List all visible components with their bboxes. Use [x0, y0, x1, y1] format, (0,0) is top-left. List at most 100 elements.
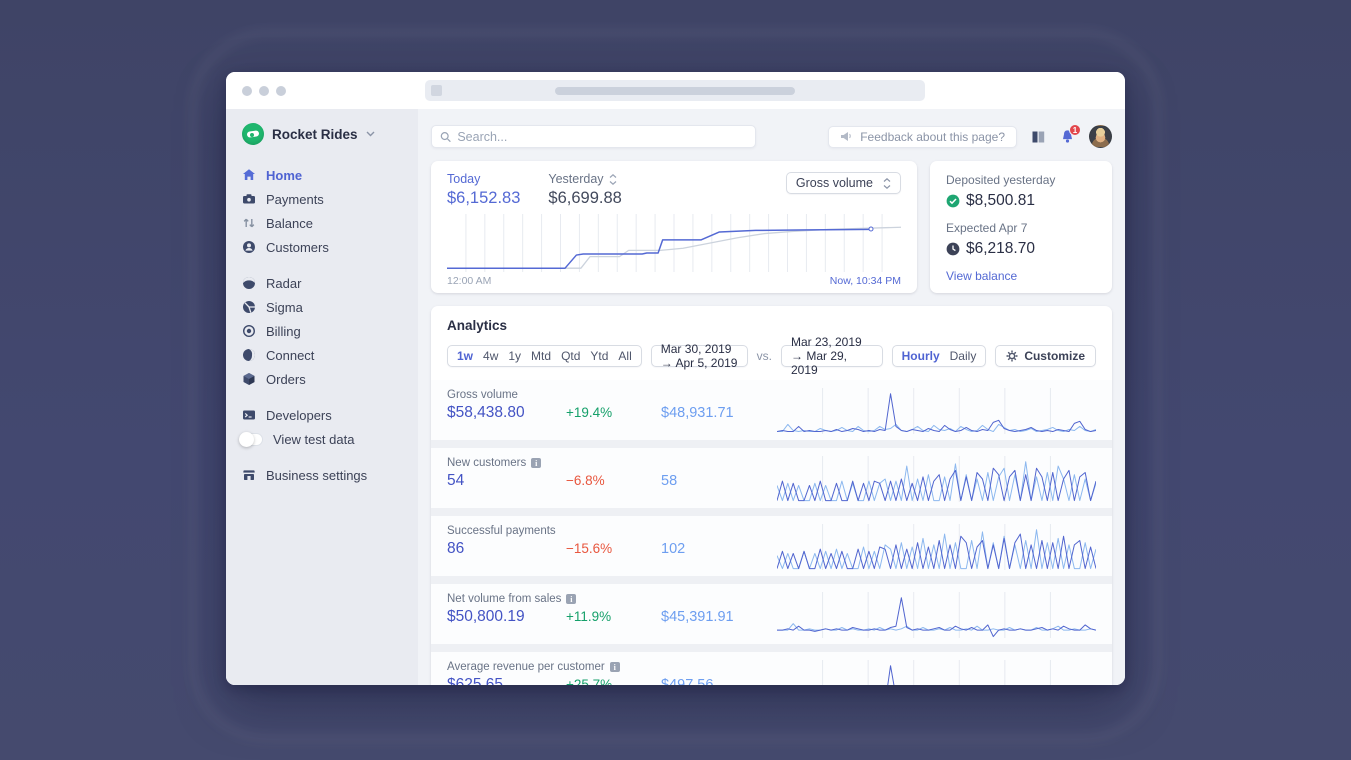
megaphone-icon [841, 132, 852, 141]
customize-label: Customize [1024, 349, 1085, 363]
sidebar-item-developers[interactable]: Developers [242, 405, 418, 425]
billing-icon [242, 324, 256, 338]
today-value: $6,152.83 [447, 189, 521, 207]
current-point-marker [868, 226, 874, 232]
sort-updown-icon[interactable] [609, 173, 617, 185]
preset-1w[interactable]: 1w [452, 349, 478, 363]
sidebar-nav-developers: Developers [242, 405, 418, 429]
overview-chart-card: Today $6,152.83 Yesterday $6,699.88 Gros… [431, 161, 917, 293]
sidebar-item-sigma[interactable]: Sigma [242, 297, 418, 317]
granularity-daily[interactable]: Daily [945, 349, 982, 363]
metric-label: Average revenue per customer [447, 661, 605, 673]
business-icon [242, 468, 256, 482]
sidebar-item-label: Connect [266, 347, 315, 363]
analytics-toolbar: 1w 4w 1y Mtd Qtd Ytd All Mar 30, 2019 → Apr 5,… [447, 335, 1096, 377]
sidebar-item-home[interactable]: Home [242, 165, 418, 185]
browser-chrome [226, 72, 1125, 109]
metric-row-average-revenue-per-customer[interactable]: Average revenue per customer i $625.65 +25.… [431, 652, 1112, 685]
search-input[interactable] [457, 129, 747, 144]
payments-icon [242, 192, 256, 206]
sidebar-item-label: Customers [266, 239, 329, 255]
sidebar-item-label: Orders [266, 371, 306, 387]
balance-card: Deposited yesterday $8,500.81 Expected A… [930, 161, 1112, 293]
metric-previous-value: $497.56 [661, 677, 714, 685]
gross-volume-chart [447, 214, 901, 272]
metric-previous-value: 58 [661, 473, 678, 489]
metric-row-net-volume-from-sales[interactable]: Net volume from sales i $50,800.19 +11.9% $4… [431, 584, 1112, 644]
view-balance-link[interactable]: View balance [946, 269, 1096, 283]
window-minimize-button[interactable] [259, 86, 269, 96]
preset-qtd[interactable]: Qtd [556, 349, 585, 363]
sidebar-item-balance[interactable]: Balance [242, 213, 418, 233]
customize-button[interactable]: Customize [995, 345, 1096, 367]
topbar: Feedback about this page? 1 [431, 124, 1112, 148]
sidebar-nav-settings: Business settings [242, 465, 418, 489]
metric-sparkline [777, 592, 1096, 638]
preset-ytd[interactable]: Ytd [585, 349, 613, 363]
preset-1y[interactable]: 1y [503, 349, 526, 363]
metric-delta: +19.4% [566, 405, 613, 420]
sidebar-item-customers[interactable]: Customers [242, 237, 418, 257]
sidebar-item-business-settings[interactable]: Business settings [242, 465, 418, 485]
metric-row-new-customers[interactable]: New customers i 54 −6.8% 58 [431, 448, 1112, 508]
toggle-off-icon [239, 431, 263, 447]
metric-delta: −6.8% [566, 473, 605, 488]
metric-label: New customers [447, 457, 527, 469]
sidebar-item-label: Business settings [266, 467, 368, 483]
sidebar-item-connect[interactable]: Connect [242, 345, 418, 365]
expected-value: $6,218.70 [966, 240, 1035, 257]
feedback-label: Feedback about this page? [860, 129, 1005, 144]
home-icon [242, 168, 256, 182]
metric-select-value: Gross volume [795, 176, 873, 190]
browser-window: Rocket Rides Home Payments Balance Customer… [226, 72, 1125, 685]
info-icon[interactable]: i [566, 594, 577, 604]
sidebar-item-orders[interactable]: Orders [242, 369, 418, 389]
deposited-label: Deposited yesterday [946, 173, 1056, 187]
notifications-button[interactable]: 1 [1060, 124, 1081, 144]
preset-all[interactable]: All [613, 349, 636, 363]
address-bar[interactable] [425, 80, 925, 101]
book-icon [1032, 131, 1045, 142]
view-test-data-toggle[interactable]: View test data [239, 429, 418, 449]
info-icon[interactable]: i [531, 458, 542, 468]
sidebar-item-billing[interactable]: Billing [242, 321, 418, 341]
date-range-picker[interactable]: Mar 30, 2019 → Apr 5, 2019 [650, 342, 748, 370]
balance-icon [242, 216, 256, 230]
metric-row-gross-volume[interactable]: Gross volume $58,438.80 +19.4% $48,931.71 [431, 380, 1112, 440]
account-switcher[interactable]: Rocket Rides [242, 123, 418, 145]
preset-4w[interactable]: 4w [478, 349, 503, 363]
sidebar-nav-products: Radar Sigma Billing Connect Orders [242, 273, 418, 393]
metric-sparkline [777, 660, 1096, 685]
yesterday-label: Yesterday [548, 172, 604, 186]
sigma-icon [242, 300, 256, 314]
metric-current-value: $625.65 [447, 676, 504, 685]
feedback-button[interactable]: Feedback about this page? [828, 125, 1017, 148]
metric-row-successful-payments[interactable]: Successful payments 86 −15.6% 102 [431, 516, 1112, 576]
sidebar-item-payments[interactable]: Payments [242, 189, 418, 209]
analytics-card: Analytics 1w 4w 1y Mtd Qtd Ytd All Mar 30, 201… [431, 306, 1112, 685]
metric-sparkline [777, 456, 1096, 502]
view-test-data-label: View test data [273, 431, 355, 447]
sidebar-item-radar[interactable]: Radar [242, 273, 418, 293]
analytics-title: Analytics [447, 318, 508, 333]
docs-button[interactable] [1031, 130, 1046, 144]
metric-label: Gross volume [447, 389, 518, 401]
avatar[interactable] [1089, 125, 1112, 148]
search-bar[interactable] [431, 125, 756, 148]
preset-mtd[interactable]: Mtd [526, 349, 556, 363]
info-icon[interactable]: i [609, 662, 620, 672]
rocket-rides-logo [242, 123, 264, 145]
metric-current-value: $50,800.19 [447, 608, 525, 625]
window-maximize-button[interactable] [276, 86, 286, 96]
metric-label: Net volume from sales [447, 593, 562, 605]
notification-badge: 1 [1069, 124, 1081, 136]
sidebar-item-label: Balance [266, 215, 313, 231]
orders-icon [242, 372, 256, 386]
metric-select[interactable]: Gross volume [785, 172, 901, 194]
select-updown-icon [883, 177, 891, 189]
granularity-hourly[interactable]: Hourly [897, 349, 945, 363]
sidebar-item-label: Home [266, 167, 303, 183]
compare-range-picker[interactable]: Mar 23, 2019 → Mar 29, 2019 [780, 335, 883, 377]
window-close-button[interactable] [242, 86, 252, 96]
customers-icon [242, 240, 256, 254]
